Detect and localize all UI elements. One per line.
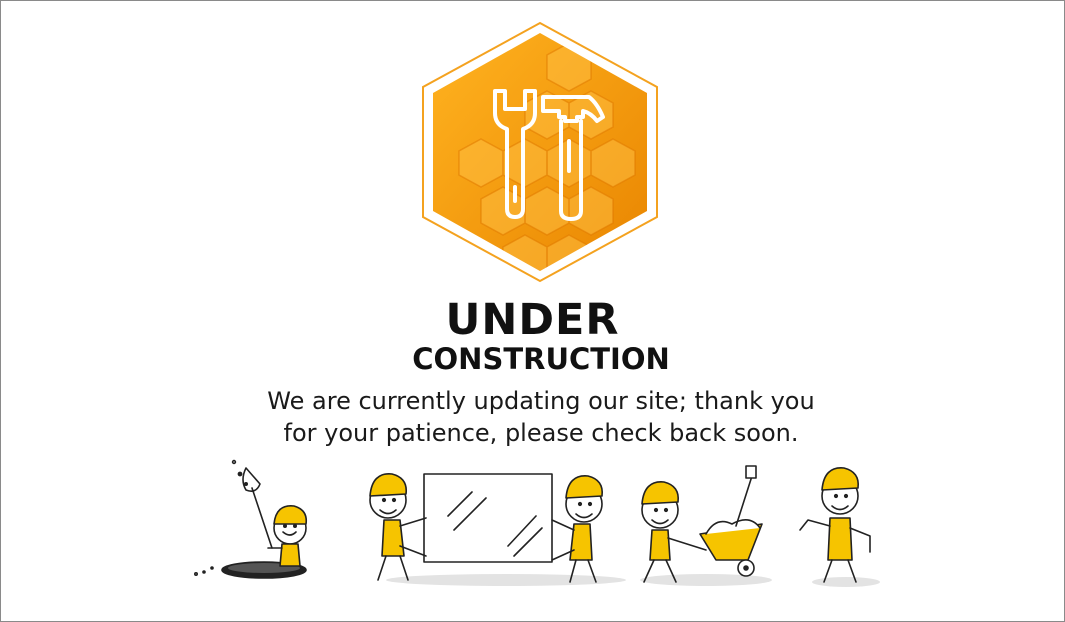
message-line-1: We are currently updating our site; than…: [267, 387, 815, 415]
thumbs-up-worker: [799, 467, 880, 587]
status-message: We are currently updating our site; than…: [1, 385, 1065, 449]
page-frame: UNDER CONSTRUCTION We are currently upda…: [0, 0, 1065, 622]
message-line-2: for your patience, please check back soo…: [283, 419, 799, 447]
page-title: UNDER: [445, 295, 620, 345]
page-subtitle: CONSTRUCTION: [412, 342, 670, 376]
workers-illustration: [194, 459, 880, 587]
construction-emblem: [422, 21, 658, 283]
digging-worker: [194, 459, 308, 579]
wheelbarrow-worker: [640, 465, 772, 586]
glass-carrying-workers: [369, 473, 626, 586]
